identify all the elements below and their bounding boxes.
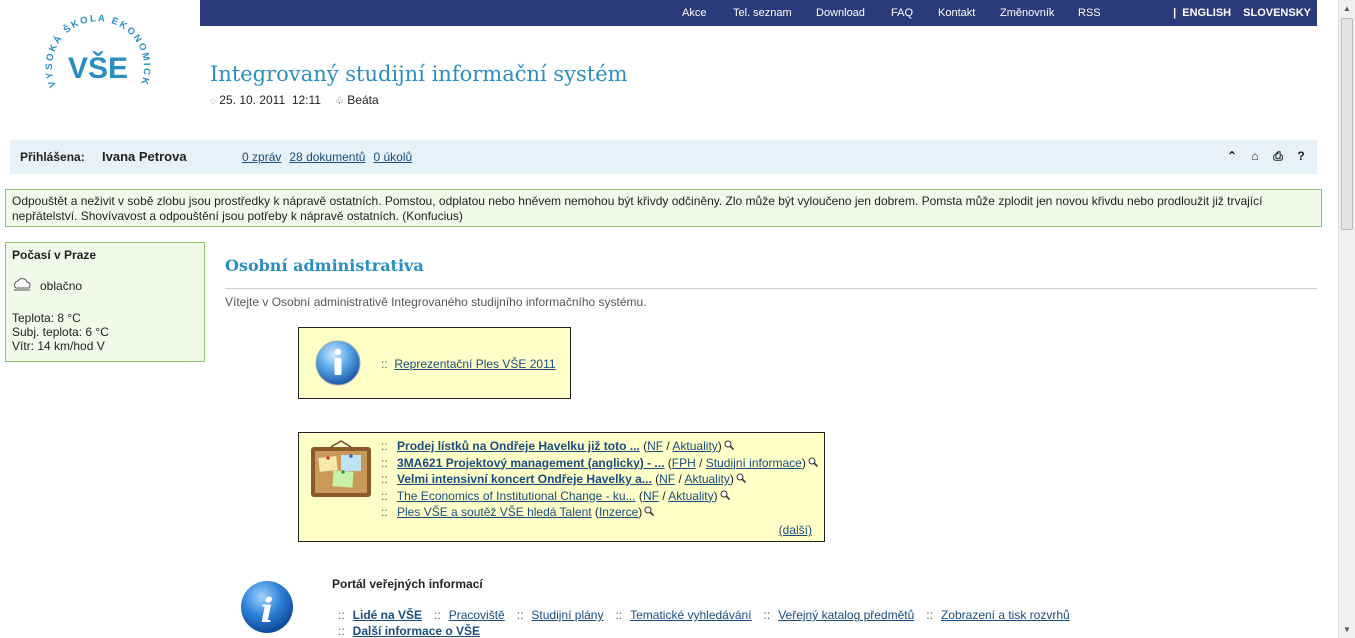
magnifier-icon[interactable] — [720, 488, 730, 500]
login-bar: Přihlášena: Ivana Petrova 0 zpráv 28 dok… — [10, 140, 1317, 174]
nav-faq[interactable]: FAQ — [891, 7, 913, 19]
scroll-up-icon[interactable]: ▲ — [1339, 0, 1355, 17]
nameday: Beáta — [347, 93, 379, 107]
bullet-separator: :: — [381, 357, 388, 371]
news-category-link[interactable]: Inzerce — [599, 505, 638, 519]
nav-rss[interactable]: RSS — [1078, 7, 1101, 19]
news-category-link[interactable]: Aktuality — [684, 472, 729, 486]
info-icon: i — [240, 580, 294, 638]
current-time: 12:11 — [291, 93, 321, 107]
tasks-link[interactable]: 0 úkolů — [373, 150, 412, 164]
portal-link-tematicke-vyhledavani[interactable]: Tematické vyhledávání — [630, 607, 751, 623]
vertical-scrollbar[interactable]: ▲ ▼ — [1338, 0, 1355, 638]
svg-text:i: i — [261, 591, 274, 631]
user-name: Ivana Petrova — [102, 149, 187, 164]
welcome-text: Vítejte v Osobní administrativě Integrov… — [225, 295, 647, 309]
news-title-link[interactable]: Ples VŠE a soutěž VŠE hledá Talent — [397, 505, 592, 519]
logged-in-label: Přihlášena: — [20, 150, 85, 164]
scroll-down-icon[interactable]: ▼ — [1339, 621, 1355, 638]
news-item: :: Ples VŠE a soutěž VŠE hledá Talent (I… — [381, 504, 818, 521]
chevron-up-icon[interactable]: ⌃ — [1226, 149, 1238, 164]
clock-icon: ◌ — [210, 96, 216, 107]
lang-english[interactable]: ENGLISH — [1182, 7, 1231, 19]
portal-link-katalog[interactable]: Veřejný katalog předmětů — [778, 607, 914, 623]
messages-link[interactable]: 0 zpráv — [242, 150, 281, 164]
portal-link-lide[interactable]: Lidé na VŠE — [353, 607, 422, 623]
portal-links: :: Lidé na VŠE :: Pracoviště :: Studijní… — [338, 607, 1070, 638]
bulletin-board-icon — [309, 439, 373, 506]
portal-title: Portál veřejných informací — [332, 577, 483, 591]
more-news-link[interactable]: (další) — [779, 523, 812, 537]
news-category-link[interactable]: Aktuality — [668, 489, 713, 503]
quote-box: Odpouštět a neživit v sobě zlobu jsou pr… — [5, 189, 1322, 227]
news-category-link[interactable]: Aktuality — [672, 439, 717, 453]
logo-text: VŠE — [68, 51, 128, 85]
news-title-link[interactable]: The Economics of Institutional Change - … — [397, 489, 636, 503]
nav-tel-seznam[interactable]: Tel. seznam — [733, 7, 792, 19]
news-title-link[interactable]: Prodej lístků na Ondřeje Havelku již tot… — [397, 439, 640, 453]
magnifier-icon[interactable] — [736, 471, 746, 484]
news-category-link[interactable]: Studijní informace — [706, 456, 802, 470]
lang-separator: | — [1173, 7, 1177, 19]
info-icon — [314, 339, 362, 390]
cloud-icon — [12, 276, 34, 295]
weather-box: Počasí v Praze oblačno Teplota: 8 °C Sub… — [5, 242, 205, 362]
weather-feels: Subj. teplota: 6 °C — [12, 325, 109, 339]
news-item: :: Velmi intensivní koncert Ondřeje Have… — [381, 471, 818, 488]
current-date: 25. 10. 2011 — [219, 93, 286, 107]
weather-title: Počasí v Praze — [12, 248, 97, 262]
portal-link-rozvrhy[interactable]: Zobrazení a tisk rozvrhů — [941, 607, 1070, 623]
top-nav-bar: Akce Tel. seznam Download FAQ Kontakt Zm… — [200, 0, 1317, 26]
weather-temp: Teplota: 8 °C — [12, 311, 81, 325]
news-source-link[interactable]: FPH — [672, 456, 696, 470]
nav-kontakt[interactable]: Kontakt — [938, 7, 975, 19]
magnifier-icon[interactable] — [644, 504, 655, 517]
news-source-link[interactable]: NF — [647, 439, 663, 453]
news-title-link[interactable]: Velmi intensivní koncert Ondřeje Havelky… — [397, 472, 652, 486]
portal-link-dalsi-info[interactable]: Další informace o VŠE — [353, 623, 480, 638]
flower-icon: ♧ — [334, 96, 344, 107]
portal-link-studijni-plany[interactable]: Studijní plány — [531, 607, 603, 623]
weather-condition: oblačno — [40, 278, 83, 293]
nav-akce[interactable]: Akce — [682, 7, 706, 19]
vse-logo[interactable]: VYSOKÁ ŠKOLA EKONOMICKÁ V PRAZE VŠE — [34, 0, 158, 124]
help-icon[interactable]: ? — [1295, 149, 1307, 164]
nav-download[interactable]: Download — [816, 7, 865, 19]
section-title: Osobní administrativa — [225, 256, 424, 275]
documents-link[interactable]: 28 dokumentů — [289, 150, 365, 164]
page-title: Integrovaný studijní informační systém — [210, 62, 628, 86]
magnifier-icon[interactable] — [724, 438, 734, 451]
news-item: :: The Economics of Institutional Change… — [381, 488, 818, 505]
home-icon[interactable]: ⌂ — [1249, 149, 1261, 164]
news-box: :: Prodej lístků na Ondřeje Havelku již … — [298, 432, 825, 542]
nav-zmenovnik[interactable]: Změnovník — [1000, 7, 1054, 19]
scroll-thumb[interactable] — [1341, 18, 1353, 230]
divider — [225, 288, 1317, 289]
weather-wind: Vítr: 14 km/hod V — [12, 339, 105, 353]
print-icon[interactable]: ⎙ — [1272, 149, 1284, 164]
magnifier-icon[interactable] — [808, 455, 818, 467]
news-source-link[interactable]: NF — [643, 489, 659, 503]
datetime-row: ◌ 25. 10. 2011 12:11 ♧ Beáta — [210, 93, 379, 107]
info-box: :: Reprezentační Ples VŠE 2011 — [298, 327, 571, 399]
news-source-link[interactable]: NF — [659, 472, 675, 486]
news-item: :: 3MA621 Projektový management (anglick… — [381, 455, 818, 472]
lang-slovensky[interactable]: SLOVENSKY — [1243, 7, 1311, 19]
info-link[interactable]: Reprezentační Ples VŠE 2011 — [394, 357, 555, 371]
news-list: :: Prodej lístků na Ondřeje Havelku již … — [381, 438, 818, 521]
news-item: :: Prodej lístků na Ondřeje Havelku již … — [381, 438, 818, 455]
news-title-link[interactable]: 3MA621 Projektový management (anglicky) … — [397, 456, 664, 470]
portal-link-pracoviste[interactable]: Pracoviště — [449, 607, 505, 623]
